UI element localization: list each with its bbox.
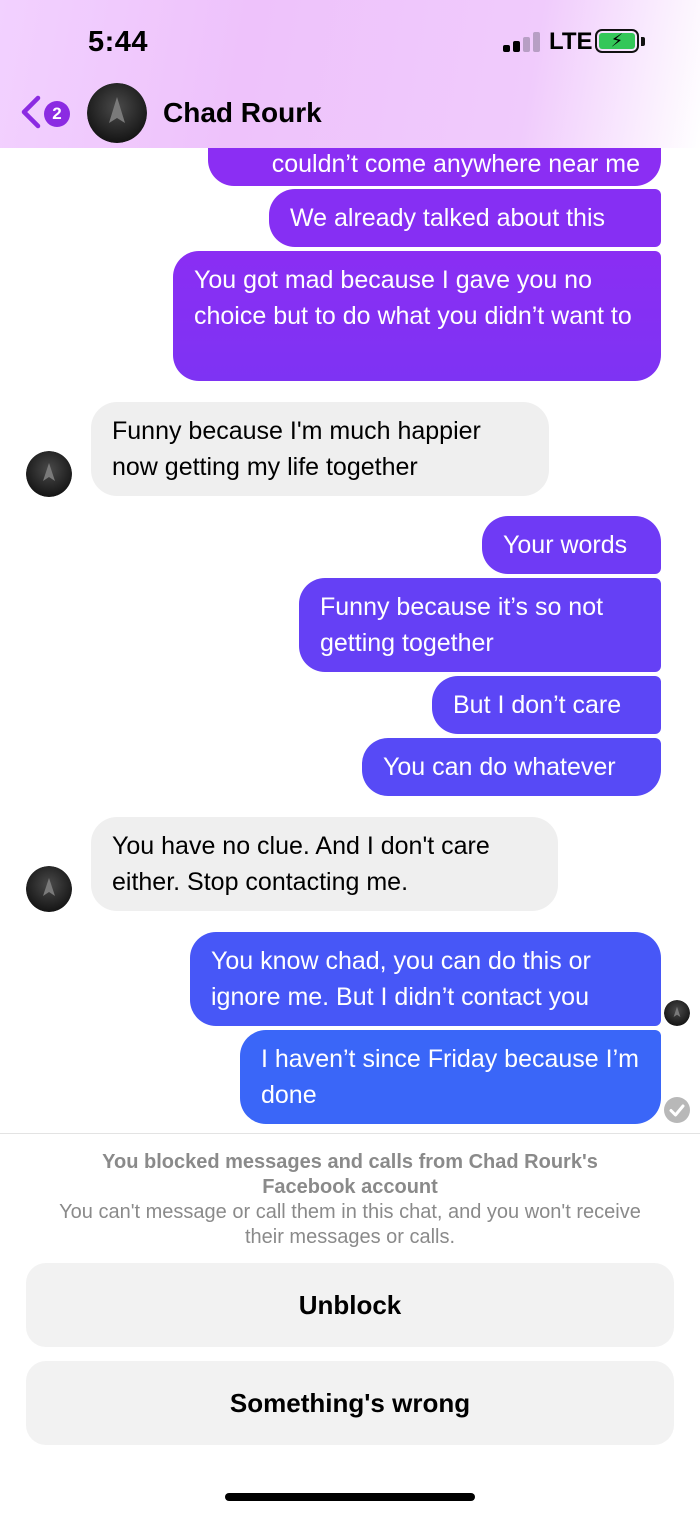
message-bubble-outgoing[interactable]: We already talked about this [269, 189, 661, 247]
blocked-notice-description: You can't message or call them in this c… [59, 1201, 641, 1248]
message-bubble-outgoing[interactable]: Funny because it’s so not getting togeth… [299, 578, 661, 672]
contact-avatar[interactable] [26, 866, 72, 912]
back-chevron-icon[interactable] [18, 95, 44, 129]
read-receipt-avatar [664, 1000, 690, 1026]
message-bubble-outgoing[interactable]: You got mad because I gave you no choice… [173, 251, 661, 381]
contact-avatar[interactable] [26, 451, 72, 497]
unblock-button[interactable]: Unblock [26, 1263, 674, 1347]
message-bubble-outgoing[interactable]: I haven’t since Friday because I’m done [240, 1030, 661, 1124]
message-bubble-incoming[interactable]: You have no clue. And I don't care eithe… [91, 817, 558, 911]
cellular-signal-icon [503, 32, 543, 52]
sent-check-icon [664, 1097, 690, 1123]
message-bubble-outgoing[interactable]: But I don’t care [432, 676, 661, 734]
blocked-notice-title: You blocked messages and calls from Chad… [102, 1151, 598, 1198]
unread-count-badge[interactable]: 2 [44, 101, 70, 127]
message-bubble-outgoing[interactable]: You know chad, you can do this or ignore… [190, 932, 661, 1026]
network-type: LTE [549, 28, 593, 55]
battery-icon: ⚡ [595, 29, 639, 53]
chat-header: 5:44 LTE ⚡ 2 Chad Rourk [0, 0, 700, 148]
message-bubble-incoming[interactable]: Funny because I'm much happier now getti… [91, 402, 549, 496]
charging-bolt-icon: ⚡ [610, 30, 624, 51]
contact-name[interactable]: Chad Rourk [163, 97, 322, 129]
status-time: 5:44 [88, 26, 149, 58]
message-bubble-outgoing[interactable]: Your words [482, 516, 661, 574]
something-wrong-button[interactable]: Something's wrong [26, 1361, 674, 1445]
battery-cap [641, 37, 645, 46]
contact-avatar[interactable] [87, 83, 147, 143]
divider [0, 1133, 700, 1134]
message-bubble-outgoing[interactable]: You can do whatever [362, 738, 661, 796]
home-indicator [225, 1493, 475, 1501]
